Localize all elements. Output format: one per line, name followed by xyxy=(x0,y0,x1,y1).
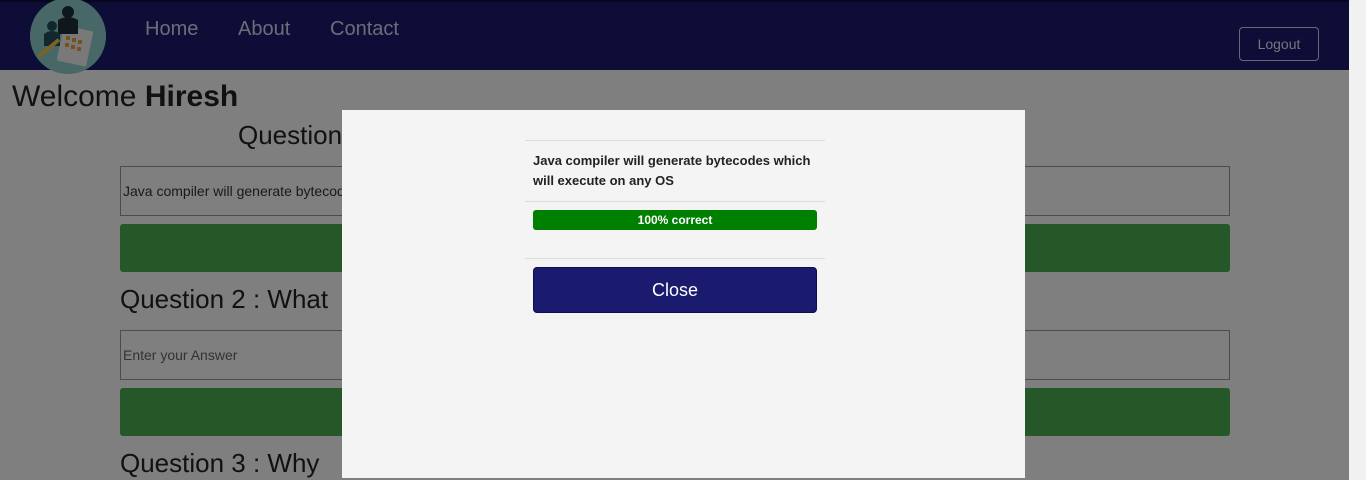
modal-content: Java compiler will generate bytecodes wh… xyxy=(525,140,825,321)
result-modal: Java compiler will generate bytecodes wh… xyxy=(342,110,1025,478)
modal-backdrop-top xyxy=(0,0,1349,70)
close-button[interactable]: Close xyxy=(533,267,817,313)
modal-question-text: Java compiler will generate bytecodes wh… xyxy=(533,153,811,188)
modal-footer: Close xyxy=(525,259,825,321)
progress-container: 100% correct xyxy=(525,202,825,258)
correct-progress-bar: 100% correct xyxy=(533,210,817,230)
scrollbar[interactable] xyxy=(1349,0,1366,480)
